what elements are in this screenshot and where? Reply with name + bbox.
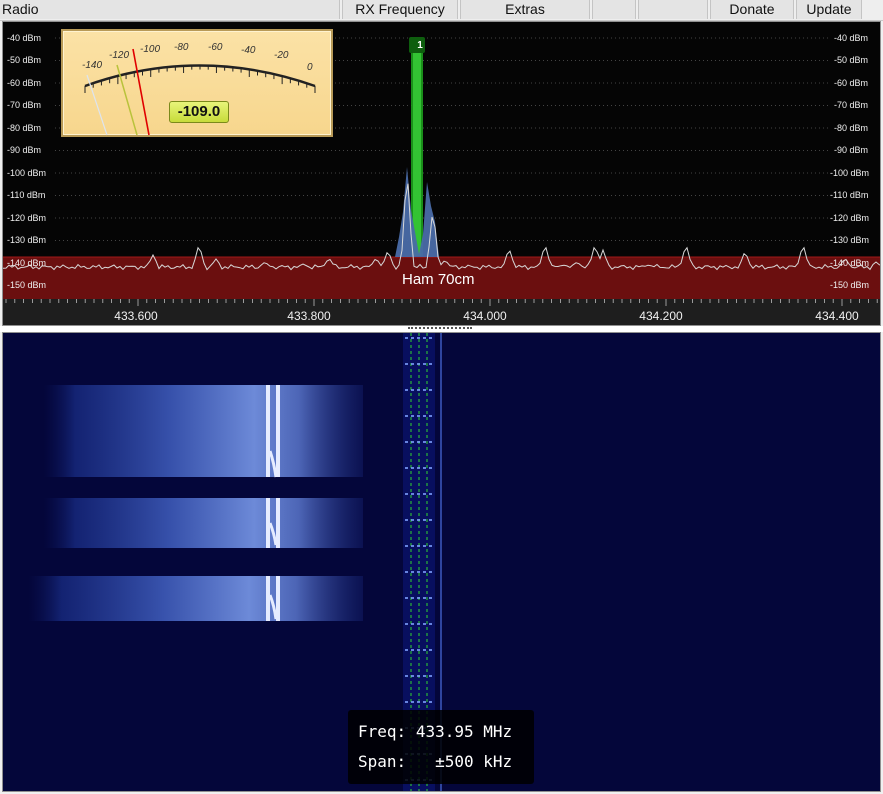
dbm-label-right: -150 dBm — [830, 280, 870, 290]
channel-number: 1 — [417, 40, 423, 51]
dbm-label-left: -50 dBm — [7, 55, 42, 65]
signal-burst — [43, 385, 363, 478]
menu-bar: Radio RX Frequency Extras Donate Update — [0, 0, 883, 21]
meter-needle-white — [86, 74, 108, 136]
tab-radio[interactable]: Radio — [0, 0, 340, 19]
freq-readout-label: Freq: — [358, 722, 407, 741]
meter-scale-label: -60 — [208, 42, 223, 53]
dbm-label-left: -90 dBm — [7, 145, 42, 155]
freq-label: 433.800 — [287, 309, 331, 323]
splitter-grip[interactable] — [408, 327, 472, 331]
freq-label: 433.600 — [114, 309, 158, 323]
dbm-label-right: -90 dBm — [834, 145, 869, 155]
tab-rx-frequency[interactable]: RX Frequency — [342, 0, 458, 19]
meter-scale-label: 0 — [307, 62, 313, 73]
tab-blank-1[interactable] — [592, 0, 636, 19]
span-readout-label: Span: — [358, 752, 407, 771]
dbm-label-right: -100 dBm — [830, 168, 870, 178]
meter-needle-red — [132, 48, 150, 136]
signal-level-readout: -109.0 — [169, 101, 229, 123]
frequency-info-overlay: Freq: 433.95 MHz Span: ±500 kHz — [348, 710, 534, 784]
dbm-label-left: -70 dBm — [7, 100, 42, 110]
span-readout-value: ±500 kHz — [435, 752, 513, 771]
freq-readout: Freq: 433.95 MHz — [358, 722, 512, 741]
dbm-label-right: -40 dBm — [834, 33, 869, 43]
freq-readout-value: 433.95 MHz — [415, 722, 513, 741]
tab-blank-2[interactable] — [638, 0, 708, 19]
span-readout: Span: ±500 kHz — [358, 752, 512, 771]
dbm-label-right: -110 dBm — [830, 190, 869, 200]
dbm-label-left: -140 dBm — [7, 258, 47, 268]
dbm-label-right: -140 dBm — [830, 258, 870, 268]
tab-extras[interactable]: Extras — [460, 0, 590, 19]
dbm-label-right: -80 dBm — [834, 123, 869, 133]
dbm-label-right: -50 dBm — [834, 55, 869, 65]
dbm-label-right: -60 dBm — [834, 78, 869, 88]
freq-label: 434.200 — [639, 309, 683, 323]
dbm-label-left: -40 dBm — [7, 33, 42, 43]
meter-scale-label: -40 — [241, 45, 256, 56]
meter-scale-label: -20 — [274, 50, 289, 61]
meter-scale-label: -120 — [109, 50, 129, 61]
dbm-label-right: -70 dBm — [834, 100, 869, 110]
signal-burst — [28, 576, 363, 621]
band-label: Ham 70cm — [402, 271, 475, 288]
dbm-label-right: -130 dBm — [830, 235, 870, 245]
meter-scale-label: -100 — [140, 44, 160, 55]
dbm-label-left: -80 dBm — [7, 123, 42, 133]
dbm-label-left: -120 dBm — [7, 213, 47, 223]
meter-scale-label: -140 — [82, 60, 102, 71]
dbm-label-left: -110 dBm — [7, 190, 46, 200]
freq-label: 434.400 — [815, 309, 859, 323]
freq-label: 434.000 — [463, 309, 507, 323]
dbm-label-left: -100 dBm — [7, 168, 47, 178]
dbm-label-right: -120 dBm — [830, 213, 870, 223]
tab-update[interactable]: Update — [796, 0, 862, 19]
dbm-label-left: -150 dBm — [7, 280, 47, 290]
dbm-label-left: -130 dBm — [7, 235, 47, 245]
meter-scale-label: -80 — [174, 42, 189, 53]
signal-burst — [43, 498, 363, 548]
dbm-label-left: -60 dBm — [7, 78, 42, 88]
s-meter: -140 -120 -100 -80 -60 -40 -20 0 -109.0 — [61, 29, 333, 139]
tab-donate[interactable]: Donate — [710, 0, 794, 19]
